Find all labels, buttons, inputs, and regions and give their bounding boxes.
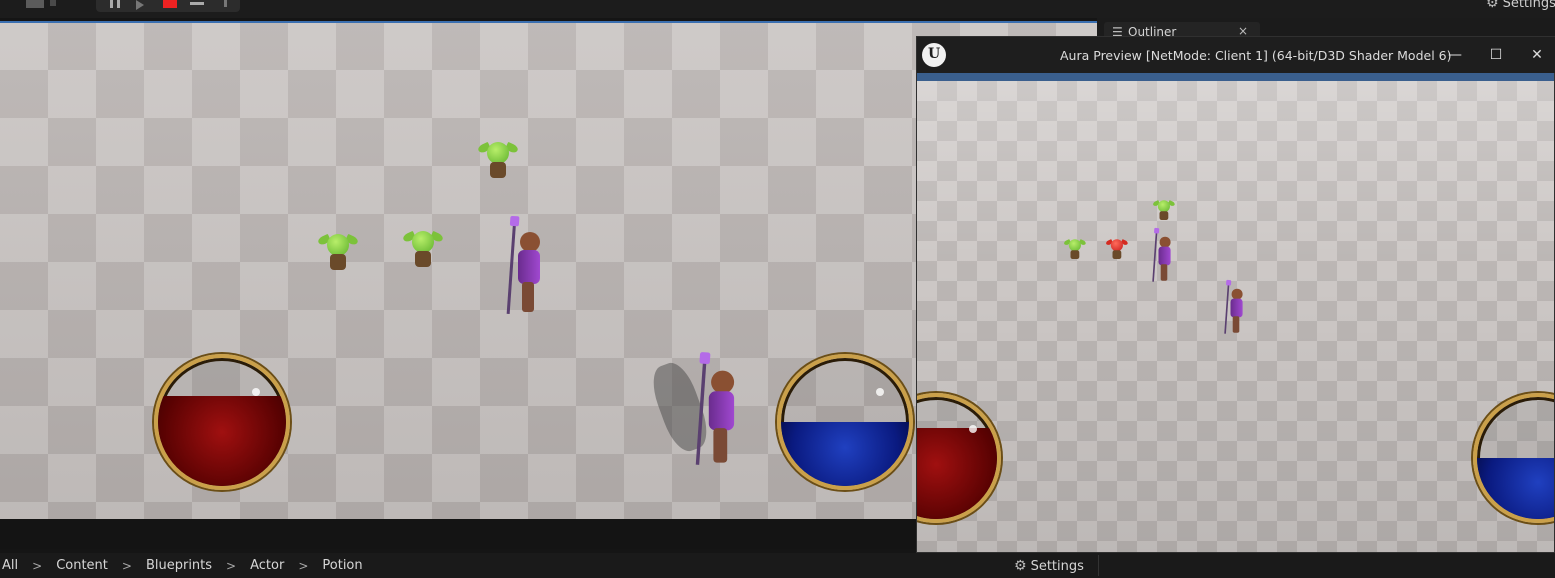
mana-fill bbox=[781, 422, 909, 486]
goblin-enemy[interactable] bbox=[1063, 237, 1087, 261]
more-icon[interactable] bbox=[224, 0, 227, 7]
level-editor-toolbar: ⚙ Settings bbox=[0, 0, 1555, 18]
breadcrumb-all[interactable]: All bbox=[0, 558, 20, 573]
health-globe bbox=[917, 393, 1001, 523]
health-globe bbox=[154, 354, 290, 490]
settings-label: Settings bbox=[1030, 559, 1084, 574]
aura-character[interactable] bbox=[506, 218, 544, 318]
settings-label: Settings bbox=[1502, 0, 1555, 11]
mana-globe bbox=[777, 354, 913, 490]
play-controls bbox=[96, 0, 240, 12]
breadcrumb-potion[interactable]: Potion bbox=[320, 558, 364, 573]
chevron-right-icon: > bbox=[32, 558, 43, 573]
maximize-button[interactable]: ☐ bbox=[1484, 45, 1508, 65]
mana-fill bbox=[1477, 458, 1554, 519]
health-fill bbox=[917, 427, 997, 519]
breadcrumb-actor[interactable]: Actor bbox=[248, 558, 286, 573]
goblin-enemy[interactable] bbox=[476, 138, 520, 182]
content-browser-settings-button[interactable]: ⚙ Settings bbox=[1014, 558, 1084, 574]
chevron-right-icon: > bbox=[226, 558, 237, 573]
pause-icon[interactable] bbox=[110, 0, 120, 8]
aura-character[interactable] bbox=[1152, 229, 1173, 284]
gear-icon: ⚙ bbox=[1486, 0, 1499, 11]
viewport-footer bbox=[0, 519, 916, 549]
mana-globe bbox=[1473, 393, 1554, 523]
chevron-right-icon: > bbox=[121, 558, 132, 573]
preview-window[interactable]: Aura Preview [NetMode: Client 1] (64-bit… bbox=[916, 36, 1555, 553]
breadcrumb-content[interactable]: Content bbox=[54, 558, 110, 573]
chevron-right-icon: > bbox=[298, 558, 309, 573]
preview-viewport[interactable] bbox=[917, 81, 1554, 552]
divider bbox=[1098, 555, 1099, 576]
breadcrumb: All > Content > Blueprints > Actor > Pot… bbox=[0, 558, 365, 573]
goblin-enemy[interactable] bbox=[316, 230, 360, 274]
window-titlebar[interactable]: Aura Preview [NetMode: Client 1] (64-bit… bbox=[917, 37, 1555, 73]
preview-top-band bbox=[917, 73, 1554, 81]
aura-character-player[interactable] bbox=[695, 354, 738, 470]
unreal-logo-icon bbox=[922, 43, 946, 67]
minimize-button[interactable]: — bbox=[1443, 45, 1467, 65]
breadcrumb-blueprints[interactable]: Blueprints bbox=[144, 558, 214, 573]
window-title: Aura Preview [NetMode: Client 1] (64-bit… bbox=[1060, 48, 1452, 63]
viewport-focus-line bbox=[0, 21, 1097, 23]
viewport-settings-button[interactable]: ⚙ Settings bbox=[1486, 0, 1555, 11]
aura-character-player[interactable] bbox=[1224, 281, 1245, 336]
content-browser-bar: All > Content > Blueprints > Actor > Pot… bbox=[0, 553, 1555, 578]
stop-icon[interactable] bbox=[163, 0, 177, 8]
close-button[interactable]: ✕ bbox=[1525, 45, 1549, 65]
goblin-enemy[interactable] bbox=[401, 227, 445, 271]
red-goblin-enemy[interactable] bbox=[1105, 237, 1129, 261]
health-fill bbox=[158, 396, 286, 486]
gear-icon: ⚙ bbox=[1014, 558, 1027, 574]
eject-icon[interactable] bbox=[190, 2, 204, 5]
layout-icon[interactable] bbox=[26, 0, 56, 8]
step-icon[interactable] bbox=[136, 0, 144, 10]
goblin-enemy[interactable] bbox=[1152, 198, 1176, 222]
